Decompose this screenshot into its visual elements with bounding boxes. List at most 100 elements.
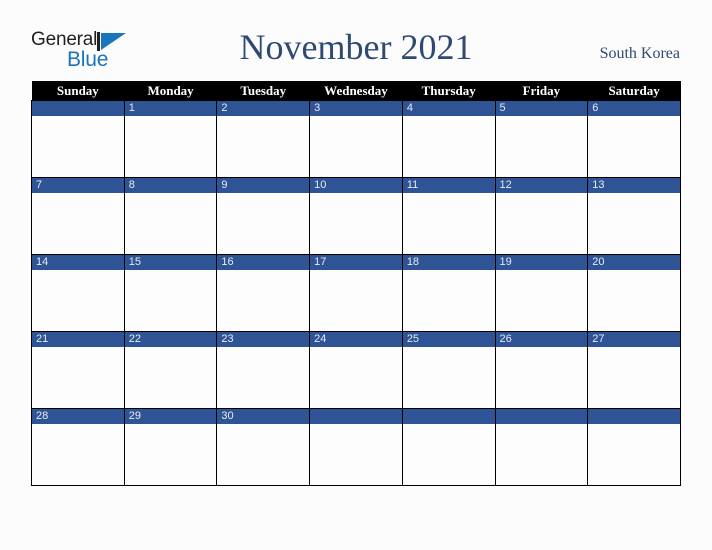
day-cell[interactable]: 16	[216, 254, 311, 332]
day-cell[interactable]: 21	[31, 331, 125, 409]
day-cell[interactable]: 10	[309, 177, 403, 255]
weekday-header-row: Sunday Monday Tuesday Wednesday Thursday…	[31, 81, 681, 101]
day-cell[interactable]	[494, 408, 589, 486]
month-calendar-table: Sunday Monday Tuesday Wednesday Thursday…	[31, 81, 681, 486]
day-number: 26	[495, 332, 588, 347]
day-number: 13	[588, 178, 680, 193]
day-cell-content[interactable]	[496, 193, 588, 254]
day-cell-content[interactable]	[588, 347, 680, 408]
day-cell-content[interactable]	[32, 347, 124, 408]
calendar-header-row-group: Sunday Monday Tuesday Wednesday Thursday…	[31, 81, 681, 101]
day-cell[interactable]: 25	[401, 331, 496, 409]
day-cell-content[interactable]	[32, 193, 124, 254]
day-cell-content[interactable]	[217, 193, 309, 254]
day-cell[interactable]: 13	[587, 177, 681, 255]
day-cell[interactable]: 17	[309, 254, 403, 332]
day-cell[interactable]: 11	[401, 177, 496, 255]
day-cell-content[interactable]	[403, 116, 495, 177]
day-cell[interactable]: 15	[123, 254, 218, 332]
day-cell[interactable]: 2	[216, 100, 311, 178]
day-cell-content[interactable]	[496, 424, 588, 485]
day-cell[interactable]: 5	[494, 100, 589, 178]
day-number: 1	[124, 101, 217, 116]
day-cell[interactable]	[587, 408, 681, 486]
day-cell[interactable]: 28	[31, 408, 125, 486]
day-cell[interactable]: 29	[123, 408, 218, 486]
calendar-page: General Blue November 2021 South Korea S…	[0, 0, 712, 550]
calendar-week-row: 14 15 16 17 18 19 20	[31, 254, 681, 332]
day-cell-content[interactable]	[32, 424, 124, 485]
day-cell[interactable]: 14	[31, 254, 125, 332]
day-cell[interactable]: 23	[216, 331, 311, 409]
day-cell[interactable]: 3	[309, 100, 403, 178]
day-cell[interactable]: 12	[494, 177, 589, 255]
day-cell-content[interactable]	[217, 270, 309, 331]
day-cell[interactable]	[309, 408, 403, 486]
day-number	[310, 409, 402, 424]
day-cell[interactable]: 7	[31, 177, 125, 255]
day-cell-content[interactable]	[403, 270, 495, 331]
day-cell-content[interactable]	[125, 347, 217, 408]
day-cell-content[interactable]	[217, 116, 309, 177]
day-cell[interactable]	[401, 408, 496, 486]
day-cell[interactable]: 4	[401, 100, 496, 178]
day-cell-content[interactable]	[403, 424, 495, 485]
day-number: 5	[495, 101, 588, 116]
day-number: 11	[402, 178, 495, 193]
day-cell[interactable]: 8	[123, 177, 218, 255]
day-cell[interactable]: 30	[216, 408, 311, 486]
day-cell-content[interactable]	[125, 193, 217, 254]
day-cell-content[interactable]	[125, 270, 217, 331]
calendar-week-row: 21 22 23 24 25 26 27	[31, 331, 681, 409]
day-cell-content[interactable]	[496, 347, 588, 408]
day-cell-content[interactable]	[588, 270, 680, 331]
day-cell[interactable]: 24	[309, 331, 403, 409]
day-cell-content[interactable]	[310, 424, 402, 485]
day-cell-content[interactable]	[310, 347, 402, 408]
day-cell[interactable]: 19	[494, 254, 589, 332]
day-cell-content[interactable]	[496, 116, 588, 177]
day-number: 10	[310, 178, 402, 193]
day-cell[interactable]: 22	[123, 331, 218, 409]
day-cell[interactable]: 1	[123, 100, 218, 178]
day-number: 8	[124, 178, 217, 193]
calendar-week-row: 28 29 30	[31, 408, 681, 486]
day-cell-content[interactable]	[310, 270, 402, 331]
day-cell-content[interactable]	[217, 424, 309, 485]
day-cell-content[interactable]	[310, 193, 402, 254]
page-header: General Blue November 2021 South Korea	[0, 0, 712, 78]
day-cell[interactable]: 9	[216, 177, 311, 255]
day-cell-content[interactable]	[217, 347, 309, 408]
day-cell-content[interactable]	[310, 116, 402, 177]
day-cell[interactable]: 6	[587, 100, 681, 178]
day-cell[interactable]: 26	[494, 331, 589, 409]
day-number: 24	[310, 332, 402, 347]
day-cell-content[interactable]	[403, 193, 495, 254]
day-number: 2	[217, 101, 310, 116]
day-number: 23	[217, 332, 310, 347]
day-number: 29	[124, 409, 217, 424]
day-cell-content[interactable]	[32, 270, 124, 331]
calendar-body: 1 2 3 4 5 6 7 8 9 10 11 12 13 14 15 16 1…	[31, 100, 681, 486]
day-number: 30	[217, 409, 310, 424]
weekday-header-monday: Monday	[124, 81, 217, 101]
day-number: 7	[32, 178, 124, 193]
day-cell-content[interactable]	[496, 270, 588, 331]
day-cell-content[interactable]	[588, 193, 680, 254]
day-cell[interactable]: 27	[587, 331, 681, 409]
day-cell[interactable]: 20	[587, 254, 681, 332]
day-cell[interactable]	[31, 100, 125, 178]
day-number: 9	[217, 178, 310, 193]
day-number: 6	[588, 101, 680, 116]
day-cell-content[interactable]	[125, 116, 217, 177]
day-cell-content[interactable]	[403, 347, 495, 408]
day-number: 19	[495, 255, 588, 270]
day-cell-content[interactable]	[588, 424, 680, 485]
day-cell-content[interactable]	[588, 116, 680, 177]
day-cell-content[interactable]	[32, 116, 124, 177]
day-cell-content[interactable]	[125, 424, 217, 485]
day-number: 21	[32, 332, 124, 347]
day-cell[interactable]: 18	[401, 254, 496, 332]
day-number: 22	[124, 332, 217, 347]
calendar-week-row: 7 8 9 10 11 12 13	[31, 177, 681, 255]
